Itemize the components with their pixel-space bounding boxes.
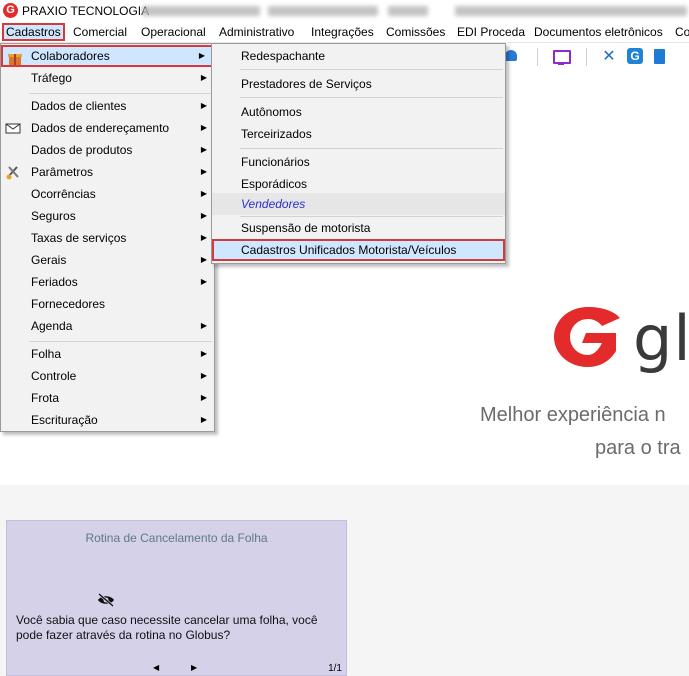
chevron-right-icon: ▶: [200, 233, 207, 242]
menu-item-escrituracao[interactable]: Escrituração ▶: [1, 409, 214, 431]
menu-edi-proceda[interactable]: EDI Proceda: [454, 24, 528, 40]
chevron-right-icon: ▶: [200, 321, 207, 330]
title-bar: G PRAXIO TECNOLOGIA: [0, 0, 689, 22]
submenu-item-funcionarios[interactable]: Funcionários: [212, 151, 505, 173]
menu-item-parametros[interactable]: Parâmetros ▶: [1, 161, 214, 183]
menu-separator: [29, 341, 212, 342]
tip-title: Rotina de Cancelamento da Folha: [85, 531, 268, 545]
chevron-right-icon: ▶: [198, 51, 205, 60]
globus-g-icon[interactable]: [627, 48, 645, 66]
chevron-right-icon: ▶: [200, 415, 207, 424]
submenu-item-vendedores[interactable]: Vendedores: [212, 193, 505, 215]
cadastros-menu: Colaboradores ▶ Tráfego ▶ Dados de clien…: [0, 43, 215, 432]
menu-item-controle[interactable]: Controle ▶: [1, 365, 214, 387]
toolbar-divider: [586, 48, 587, 66]
menu-separator: [240, 69, 503, 70]
menu-separator: [240, 148, 503, 149]
menu-integracoes[interactable]: Integrações: [308, 24, 377, 40]
redacted-text: [268, 6, 378, 16]
tools-icon[interactable]: ✕: [600, 48, 618, 66]
app-logo-icon: G: [3, 3, 18, 18]
submenu-item-autonomos[interactable]: Autônomos: [212, 101, 505, 123]
menu-comissoes[interactable]: Comissões: [383, 24, 448, 40]
menu-item-dados-de-enderecamento[interactable]: Dados de endereçamento ▶: [1, 117, 214, 139]
redacted-text: [455, 6, 687, 16]
submenu-item-prestadores-de-servicos[interactable]: Prestadores de Serviços: [212, 73, 505, 95]
menu-item-trafego[interactable]: Tráfego ▶: [1, 67, 214, 89]
menu-separator: [240, 97, 503, 98]
chevron-right-icon: ▶: [200, 349, 207, 358]
menu-item-gerais[interactable]: Gerais ▶: [1, 249, 214, 271]
chevron-right-icon: ▶: [200, 371, 207, 380]
menu-item-taxas-de-servicos[interactable]: Taxas de serviços ▶: [1, 227, 214, 249]
brand-logo-icon: [554, 307, 620, 367]
chevron-right-icon: ▶: [200, 211, 207, 220]
chevron-right-icon: ▶: [200, 167, 207, 176]
submenu-item-cadastros-unificados[interactable]: Cadastros Unificados Motorista/Veículos: [212, 239, 505, 261]
menu-comercial[interactable]: Comercial: [70, 24, 130, 40]
toolbar-divider: [537, 48, 538, 66]
redacted-text: [388, 6, 428, 16]
menu-item-seguros[interactable]: Seguros ▶: [1, 205, 214, 227]
envelope-icon: [5, 120, 21, 136]
menu-administrativo[interactable]: Administrativo: [216, 24, 297, 40]
menu-operacional[interactable]: Operacional: [138, 24, 209, 40]
monitor-icon[interactable]: [552, 48, 571, 66]
menu-item-frota[interactable]: Frota ▶: [1, 387, 214, 409]
submenu-item-redespachante[interactable]: Redespachante: [212, 45, 505, 67]
chevron-right-icon: ▶: [200, 189, 207, 198]
people-gift-icon: [7, 50, 23, 66]
tip-card: Rotina de Cancelamento da Folha Você sab…: [6, 520, 347, 676]
tagline-line-1: Melhor experiência n: [480, 404, 666, 426]
settings-tools-icon: [5, 164, 21, 180]
menu-item-folha[interactable]: Folha ▶: [1, 343, 214, 365]
tip-page-indicator: 1/1: [328, 663, 342, 674]
tip-prev-button[interactable]: ◀: [153, 663, 159, 672]
chevron-right-icon: ▶: [200, 277, 207, 286]
chevron-right-icon: ▶: [200, 101, 207, 110]
submenu-item-terceirizados[interactable]: Terceirizados: [212, 123, 505, 145]
menu-documentos-eletronicos[interactable]: Documentos eletrônicos: [531, 24, 666, 40]
window-title: PRAXIO TECNOLOGIA: [22, 4, 150, 18]
menu-co[interactable]: Co: [672, 24, 689, 40]
submenu-item-esporadicos[interactable]: Esporádicos: [212, 173, 505, 195]
menu-item-agenda[interactable]: Agenda ▶: [1, 315, 214, 337]
menu-item-dados-de-produtos[interactable]: Dados de produtos ▶: [1, 139, 214, 161]
menu-bar: Cadastros Comercial Operacional Administ…: [0, 22, 689, 43]
menu-separator: [29, 93, 212, 94]
redacted-text: [142, 6, 260, 16]
chevron-right-icon: ▶: [200, 73, 207, 82]
chevron-right-icon: ▶: [200, 123, 207, 132]
menu-cadastros[interactable]: Cadastros: [2, 23, 65, 41]
menu-item-ocorrencias[interactable]: Ocorrências ▶: [1, 183, 214, 205]
submenu-item-suspensao-de-motorista[interactable]: Suspensão de motorista: [212, 217, 505, 239]
tagline-line-2: para o tra: [595, 437, 681, 459]
eye-off-icon[interactable]: [97, 593, 115, 607]
brand-name: gl: [633, 302, 689, 375]
menu-item-fornecedores[interactable]: Fornecedores: [1, 293, 214, 315]
colaboradores-submenu: Redespachante Prestadores de Serviços Au…: [211, 43, 506, 264]
chevron-right-icon: ▶: [200, 145, 207, 154]
menu-item-colaboradores[interactable]: Colaboradores ▶: [1, 45, 214, 67]
tip-text: Você sabia que caso necessite cancelar u…: [16, 613, 318, 642]
tip-next-button[interactable]: ▶: [191, 663, 197, 672]
chevron-right-icon: ▶: [200, 393, 207, 402]
menu-item-feriados[interactable]: Feriados ▶: [1, 271, 214, 293]
menu-item-dados-de-clientes[interactable]: Dados de clientes ▶: [1, 95, 214, 117]
chevron-right-icon: ▶: [200, 255, 207, 264]
document-icon[interactable]: [652, 48, 670, 66]
